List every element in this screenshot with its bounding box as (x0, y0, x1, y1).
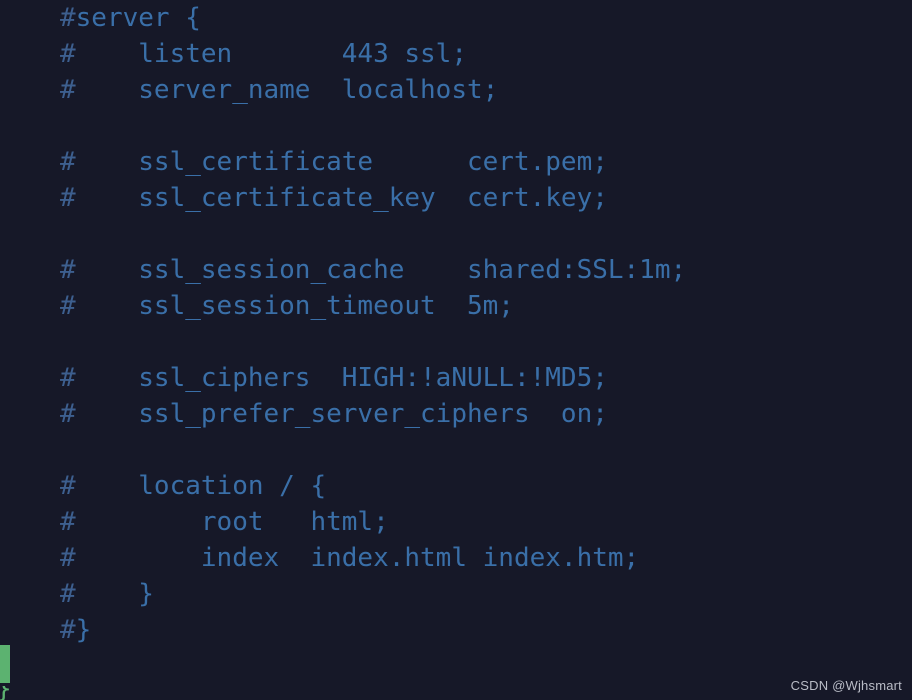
code-line-text: index index.html index.htm; (75, 543, 640, 573)
code-line-text: root html; (75, 507, 389, 537)
code-line-text: location / { (75, 471, 327, 501)
code-line-text: ssl_certificate_key cert.key; (75, 183, 608, 213)
comment-marker: # (60, 147, 76, 177)
code-line-text: listen 443 ssl; (75, 39, 467, 69)
code-line[interactable]: #server { (60, 0, 686, 36)
comment-marker: # (60, 507, 76, 537)
code-line-text: } (75, 579, 154, 609)
code-line-text: ssl_ciphers HIGH:!aNULL:!MD5; (75, 363, 608, 393)
code-line[interactable]: #} (60, 612, 686, 648)
code-line[interactable]: # } (60, 576, 686, 612)
code-line[interactable]: # root html; (60, 504, 686, 540)
selection-highlight-bar (0, 645, 10, 683)
comment-marker: # (60, 363, 76, 393)
code-line-text: ssl_prefer_server_ciphers on; (75, 399, 608, 429)
code-line-text: server_name localhost; (75, 75, 499, 105)
code-line[interactable]: # ssl_certificate cert.pem; (60, 144, 686, 180)
csdn-watermark: CSDN @Wjhsmart (790, 678, 902, 693)
code-line-text: ssl_certificate cert.pem; (75, 147, 608, 177)
comment-marker: # (60, 39, 76, 69)
code-line-text: ssl_session_timeout 5m; (75, 291, 514, 321)
clipped-brace-glyph: } (0, 686, 9, 700)
code-line-text: } (75, 615, 92, 645)
code-line[interactable]: # ssl_certificate_key cert.key; (60, 180, 686, 216)
code-line-text: ssl_session_cache shared:SSL:1m; (75, 255, 687, 285)
code-line[interactable] (60, 432, 686, 468)
comment-marker: # (60, 3, 76, 33)
code-line[interactable]: # ssl_prefer_server_ciphers on; (60, 396, 686, 432)
code-editor-pane[interactable]: #server {# listen 443 ssl; # server_name … (0, 0, 912, 700)
comment-marker: # (60, 183, 76, 213)
comment-marker: # (60, 543, 76, 573)
comment-marker: # (60, 75, 76, 105)
code-line[interactable]: # index index.html index.htm; (60, 540, 686, 576)
comment-marker: # (60, 579, 76, 609)
comment-marker: # (60, 471, 76, 501)
code-line[interactable]: # ssl_ciphers HIGH:!aNULL:!MD5; (60, 360, 686, 396)
code-content[interactable]: #server {# listen 443 ssl; # server_name … (60, 0, 686, 648)
code-line[interactable] (60, 216, 686, 252)
comment-marker: # (60, 399, 76, 429)
comment-marker: # (60, 291, 76, 321)
comment-marker: # (60, 255, 76, 285)
code-line[interactable] (60, 324, 686, 360)
code-line-text: server { (75, 3, 201, 33)
code-line[interactable]: # server_name localhost; (60, 72, 686, 108)
clipped-brace-glyph-text: } (0, 686, 9, 700)
code-line[interactable]: # ssl_session_timeout 5m; (60, 288, 686, 324)
code-line[interactable] (60, 108, 686, 144)
code-line[interactable]: # location / { (60, 468, 686, 504)
code-line[interactable]: # ssl_session_cache shared:SSL:1m; (60, 252, 686, 288)
code-line[interactable]: # listen 443 ssl; (60, 36, 686, 72)
comment-marker: # (60, 615, 76, 645)
